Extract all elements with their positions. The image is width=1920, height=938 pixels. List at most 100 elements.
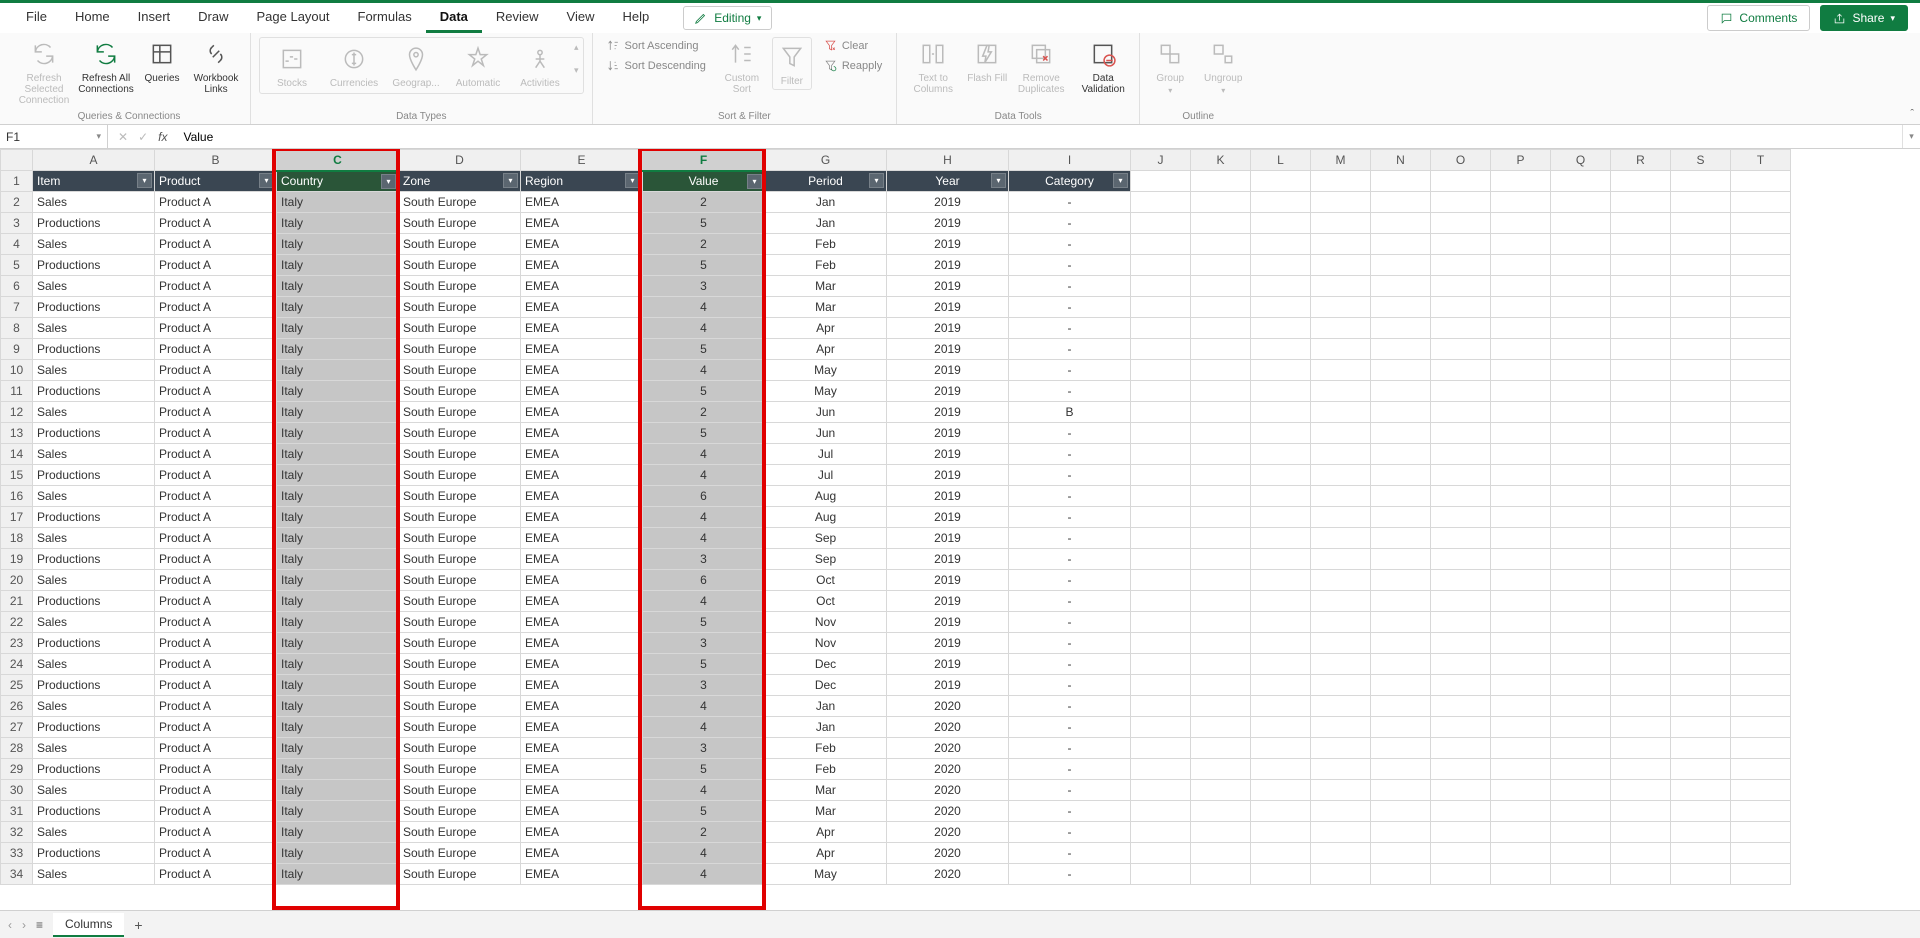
- cell[interactable]: 5: [643, 654, 765, 675]
- cell[interactable]: [1371, 591, 1431, 612]
- cell[interactable]: [1611, 549, 1671, 570]
- row-header[interactable]: 6: [1, 276, 33, 297]
- cell[interactable]: [1491, 633, 1551, 654]
- cell[interactable]: [1551, 801, 1611, 822]
- cell[interactable]: [1731, 381, 1791, 402]
- cell[interactable]: 2019: [887, 381, 1009, 402]
- cell[interactable]: [1551, 780, 1611, 801]
- cell[interactable]: Italy: [277, 402, 399, 423]
- cell[interactable]: 2020: [887, 822, 1009, 843]
- cell[interactable]: [1311, 360, 1371, 381]
- cell[interactable]: [1431, 213, 1491, 234]
- cell[interactable]: [1671, 234, 1731, 255]
- cell[interactable]: [1131, 234, 1191, 255]
- cell[interactable]: May: [765, 864, 887, 885]
- cell[interactable]: [1491, 402, 1551, 423]
- cell[interactable]: [1731, 318, 1791, 339]
- cell[interactable]: Product A: [155, 192, 277, 213]
- cell[interactable]: [1611, 339, 1671, 360]
- queries-button[interactable]: Queries: [140, 37, 184, 84]
- cell[interactable]: Apr: [765, 843, 887, 864]
- cell[interactable]: [1731, 570, 1791, 591]
- sort-descending-button[interactable]: Sort Descending: [601, 57, 712, 75]
- cell[interactable]: Product A: [155, 255, 277, 276]
- cell[interactable]: South Europe: [399, 213, 521, 234]
- cell[interactable]: [1251, 864, 1311, 885]
- cell[interactable]: [1131, 465, 1191, 486]
- flash-fill-button[interactable]: Flash Fill: [967, 37, 1007, 84]
- name-box[interactable]: F1 ▾: [0, 125, 108, 148]
- cell[interactable]: 4: [643, 297, 765, 318]
- cell[interactable]: 2020: [887, 864, 1009, 885]
- filter-dropdown-button[interactable]: ▾: [1113, 173, 1128, 188]
- cell[interactable]: South Europe: [399, 339, 521, 360]
- cell[interactable]: [1371, 549, 1431, 570]
- cell[interactable]: Product A: [155, 402, 277, 423]
- cell[interactable]: [1551, 612, 1611, 633]
- cell[interactable]: [1371, 822, 1431, 843]
- table-header-cell[interactable]: Product▾: [155, 171, 277, 192]
- column-header-P[interactable]: P: [1491, 150, 1551, 171]
- cell[interactable]: [1731, 696, 1791, 717]
- sort-ascending-button[interactable]: Sort Ascending: [601, 37, 712, 55]
- cell[interactable]: [1251, 717, 1311, 738]
- cell[interactable]: [1311, 339, 1371, 360]
- cell[interactable]: Mar: [765, 297, 887, 318]
- cell[interactable]: Product A: [155, 612, 277, 633]
- cell[interactable]: [1671, 822, 1731, 843]
- cell[interactable]: Jul: [765, 444, 887, 465]
- row-header[interactable]: 34: [1, 864, 33, 885]
- cell[interactable]: [1371, 864, 1431, 885]
- cell[interactable]: [1731, 759, 1791, 780]
- column-header-I[interactable]: I: [1009, 150, 1131, 171]
- cell[interactable]: [1251, 591, 1311, 612]
- cell[interactable]: South Europe: [399, 192, 521, 213]
- cell[interactable]: 3: [643, 549, 765, 570]
- cell[interactable]: [1731, 633, 1791, 654]
- row-header[interactable]: 5: [1, 255, 33, 276]
- cell[interactable]: [1131, 486, 1191, 507]
- cell[interactable]: [1371, 717, 1431, 738]
- cell[interactable]: 5: [643, 612, 765, 633]
- cell[interactable]: [1431, 234, 1491, 255]
- sheet-nav-prev-button[interactable]: ‹: [8, 918, 12, 932]
- cell[interactable]: [1551, 381, 1611, 402]
- cell[interactable]: EMEA: [521, 465, 643, 486]
- cell[interactable]: [1371, 402, 1431, 423]
- cell[interactable]: -: [1009, 360, 1131, 381]
- all-sheets-button[interactable]: ≡: [36, 918, 43, 932]
- cell[interactable]: Mar: [765, 276, 887, 297]
- cell[interactable]: [1731, 486, 1791, 507]
- cell[interactable]: [1431, 465, 1491, 486]
- cell[interactable]: [1371, 738, 1431, 759]
- cell[interactable]: [1251, 549, 1311, 570]
- cell[interactable]: 2019: [887, 591, 1009, 612]
- cell[interactable]: [1251, 675, 1311, 696]
- cell[interactable]: Jul: [765, 465, 887, 486]
- cell[interactable]: 4: [643, 318, 765, 339]
- cell[interactable]: Jan: [765, 717, 887, 738]
- row-header[interactable]: 29: [1, 759, 33, 780]
- cell[interactable]: 2019: [887, 444, 1009, 465]
- cell[interactable]: South Europe: [399, 444, 521, 465]
- cell[interactable]: [1551, 339, 1611, 360]
- cell[interactable]: [1131, 738, 1191, 759]
- cell[interactable]: [1311, 780, 1371, 801]
- column-header-O[interactable]: O: [1431, 150, 1491, 171]
- cell[interactable]: Italy: [277, 654, 399, 675]
- cell[interactable]: Italy: [277, 423, 399, 444]
- cell[interactable]: [1251, 738, 1311, 759]
- cell[interactable]: [1671, 381, 1731, 402]
- cell[interactable]: [1311, 528, 1371, 549]
- cell[interactable]: 2019: [887, 423, 1009, 444]
- cell[interactable]: May: [765, 360, 887, 381]
- cell[interactable]: [1251, 780, 1311, 801]
- row-header[interactable]: 11: [1, 381, 33, 402]
- cell[interactable]: [1731, 297, 1791, 318]
- cell[interactable]: 2: [643, 822, 765, 843]
- cell[interactable]: -: [1009, 318, 1131, 339]
- cell[interactable]: Italy: [277, 801, 399, 822]
- menu-tab-page-layout[interactable]: Page Layout: [243, 3, 344, 33]
- cell[interactable]: 6: [643, 570, 765, 591]
- filter-dropdown-button[interactable]: ▾: [991, 173, 1006, 188]
